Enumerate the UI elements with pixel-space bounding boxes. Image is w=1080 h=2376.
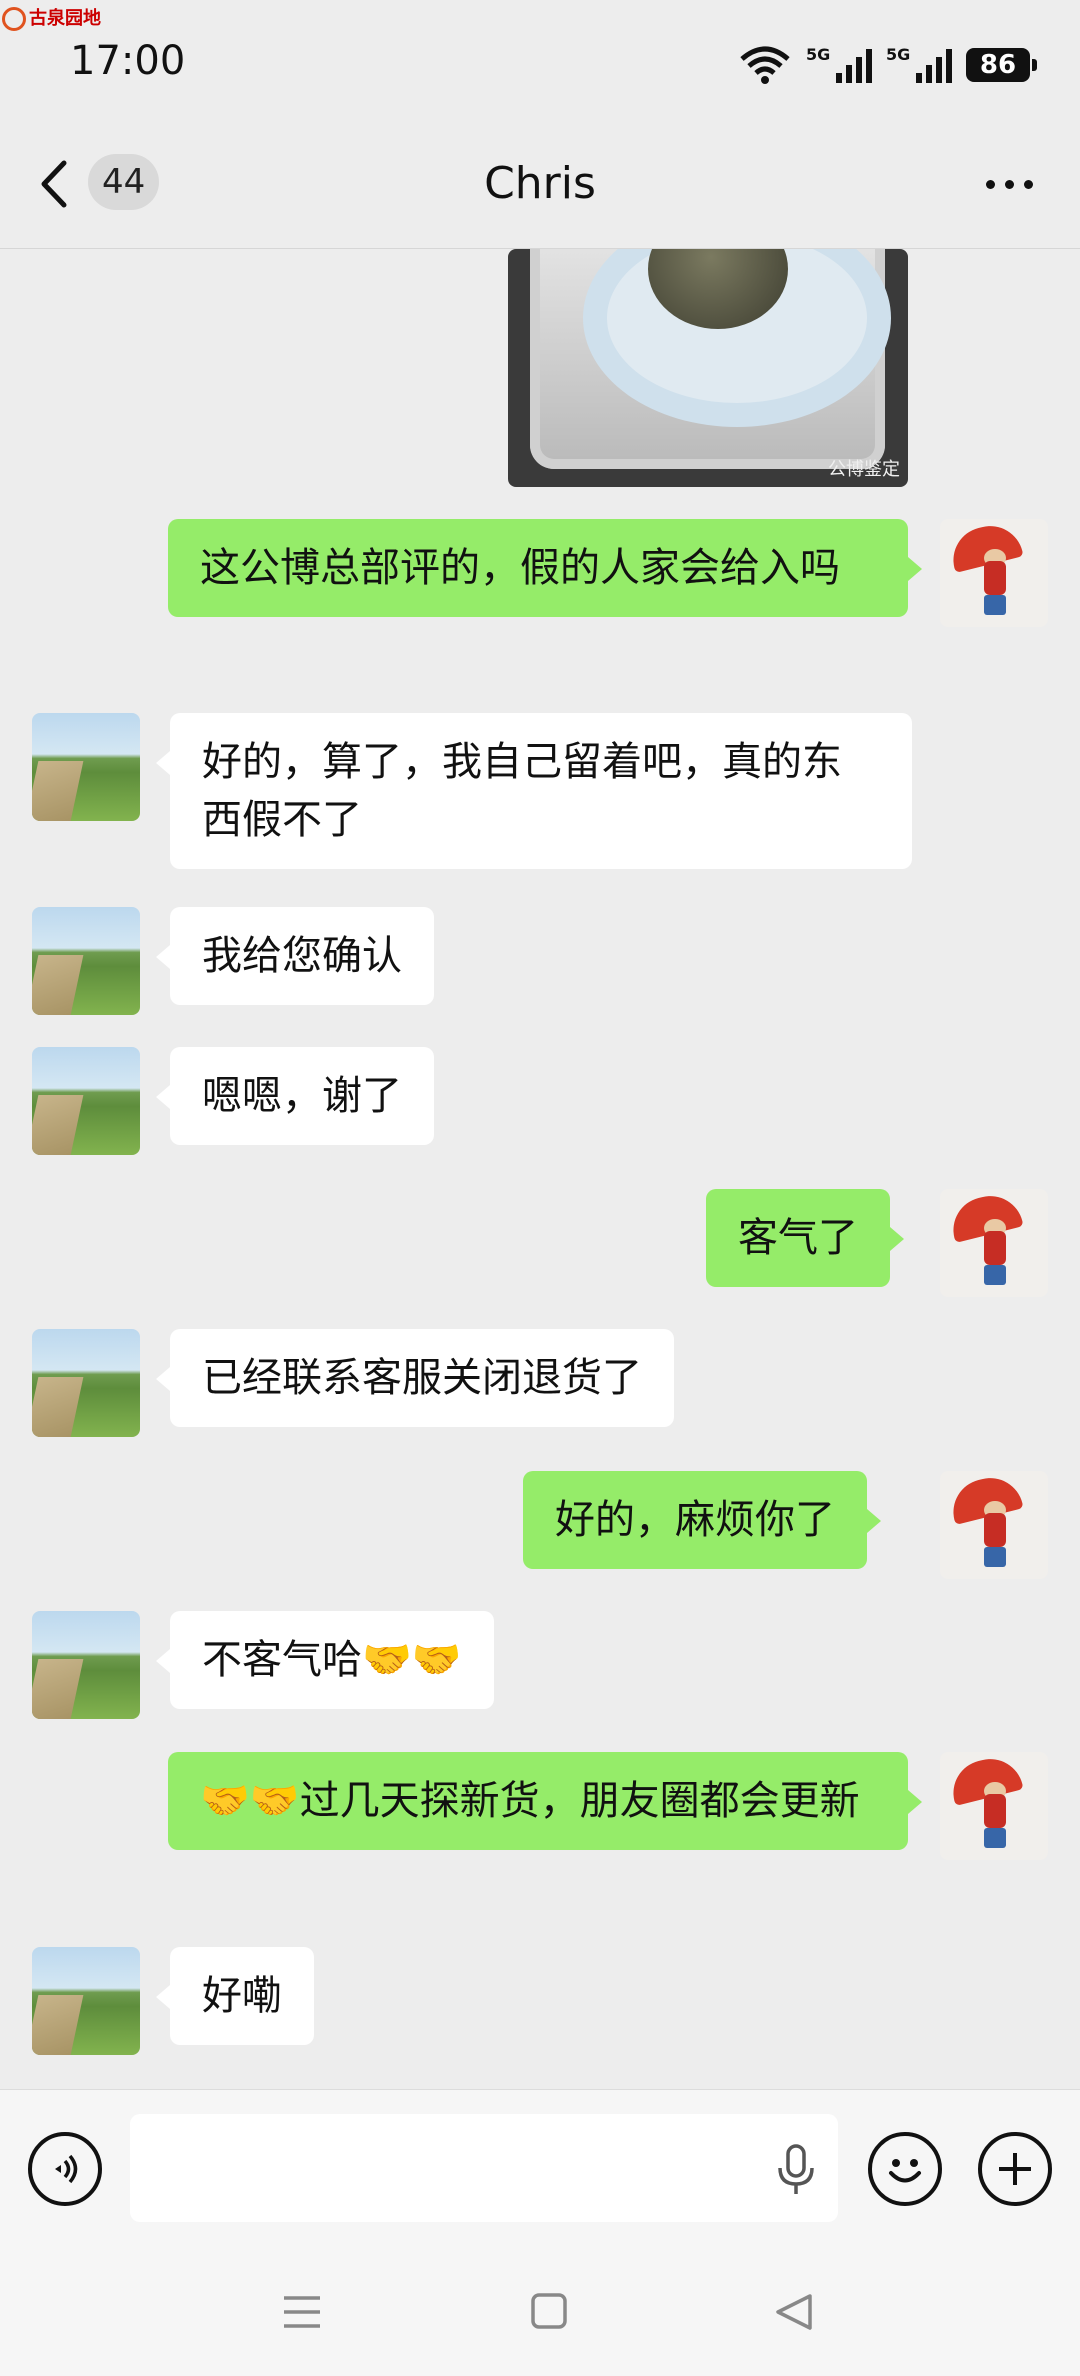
- emoji-icon: [889, 2159, 921, 2183]
- plus-button[interactable]: [978, 2132, 1052, 2206]
- status-bar: 古泉园地 17:00 5G 5G 86: [0, 0, 1080, 120]
- contact-avatar[interactable]: [32, 713, 140, 821]
- chat-header: 44 Chris: [0, 120, 1080, 249]
- message-bubble-out[interactable]: 🤝🤝过几天探新货，朋友圈都会更新: [168, 1752, 922, 1850]
- image-caption: 公博鉴定: [828, 459, 900, 480]
- plus-icon: [999, 2153, 1031, 2185]
- message-bubble-out[interactable]: 好的，麻烦你了: [523, 1471, 881, 1569]
- voice-button[interactable]: [28, 2132, 102, 2206]
- my-avatar[interactable]: [940, 1189, 1048, 1297]
- status-time: 17:00: [70, 38, 186, 84]
- contact-avatar[interactable]: [32, 1047, 140, 1155]
- message-bubble-in[interactable]: 我给您确认: [156, 907, 434, 1005]
- message-list[interactable]: 公博鉴定 这公博总部评的，假的人家会给入吗 好的，算了，我自己留着吧，真的东西假…: [0, 249, 1080, 2089]
- system-navigation-bar: [0, 2250, 1080, 2376]
- status-icons: 5G 5G 86: [738, 40, 1037, 90]
- my-avatar[interactable]: [940, 1752, 1048, 1860]
- home-icon[interactable]: [530, 2292, 568, 2330]
- message-bubble-in[interactable]: 好的，算了，我自己留着吧，真的东西假不了: [156, 713, 912, 869]
- microphone-icon[interactable]: [776, 2144, 816, 2196]
- wifi-icon: [740, 46, 790, 84]
- signal-icon-2: 5G: [886, 45, 952, 83]
- voice-icon: [55, 2154, 78, 2184]
- contact-avatar[interactable]: [32, 1611, 140, 1719]
- emoji-button[interactable]: [868, 2132, 942, 2206]
- message-bubble-out[interactable]: 客气了: [706, 1189, 904, 1287]
- message-bubble-in[interactable]: 不客气哈🤝🤝: [156, 1611, 494, 1709]
- input-bar: [0, 2089, 1080, 2250]
- battery-icon: 86: [966, 48, 1037, 82]
- contact-avatar[interactable]: [32, 1329, 140, 1437]
- signal-icon: 5G: [806, 45, 872, 83]
- chevron-left-icon: [41, 160, 67, 208]
- menu-icon[interactable]: [282, 2294, 322, 2330]
- more-dots-icon: [985, 179, 995, 189]
- message-bubble-out[interactable]: 这公博总部评的，假的人家会给入吗: [168, 519, 922, 617]
- my-avatar[interactable]: [940, 1471, 1048, 1579]
- coin-image-message[interactable]: 公博鉴定: [508, 249, 908, 487]
- message-bubble-in[interactable]: 嗯嗯，谢了: [156, 1047, 434, 1145]
- message-bubble-in[interactable]: 好嘞: [156, 1947, 314, 2045]
- unread-count-badge[interactable]: 44: [88, 154, 160, 210]
- more-button[interactable]: [974, 164, 1044, 204]
- my-avatar[interactable]: [940, 519, 1048, 627]
- contact-avatar[interactable]: [32, 907, 140, 1015]
- message-bubble-in[interactable]: 已经联系客服关闭退货了: [156, 1329, 674, 1427]
- contact-avatar[interactable]: [32, 1947, 140, 2055]
- watermark-logo: 古泉园地: [2, 4, 101, 31]
- chat-title: Chris: [484, 158, 596, 209]
- message-input[interactable]: [130, 2114, 838, 2222]
- back-triangle-icon[interactable]: [774, 2292, 814, 2332]
- back-button[interactable]: [36, 150, 96, 218]
